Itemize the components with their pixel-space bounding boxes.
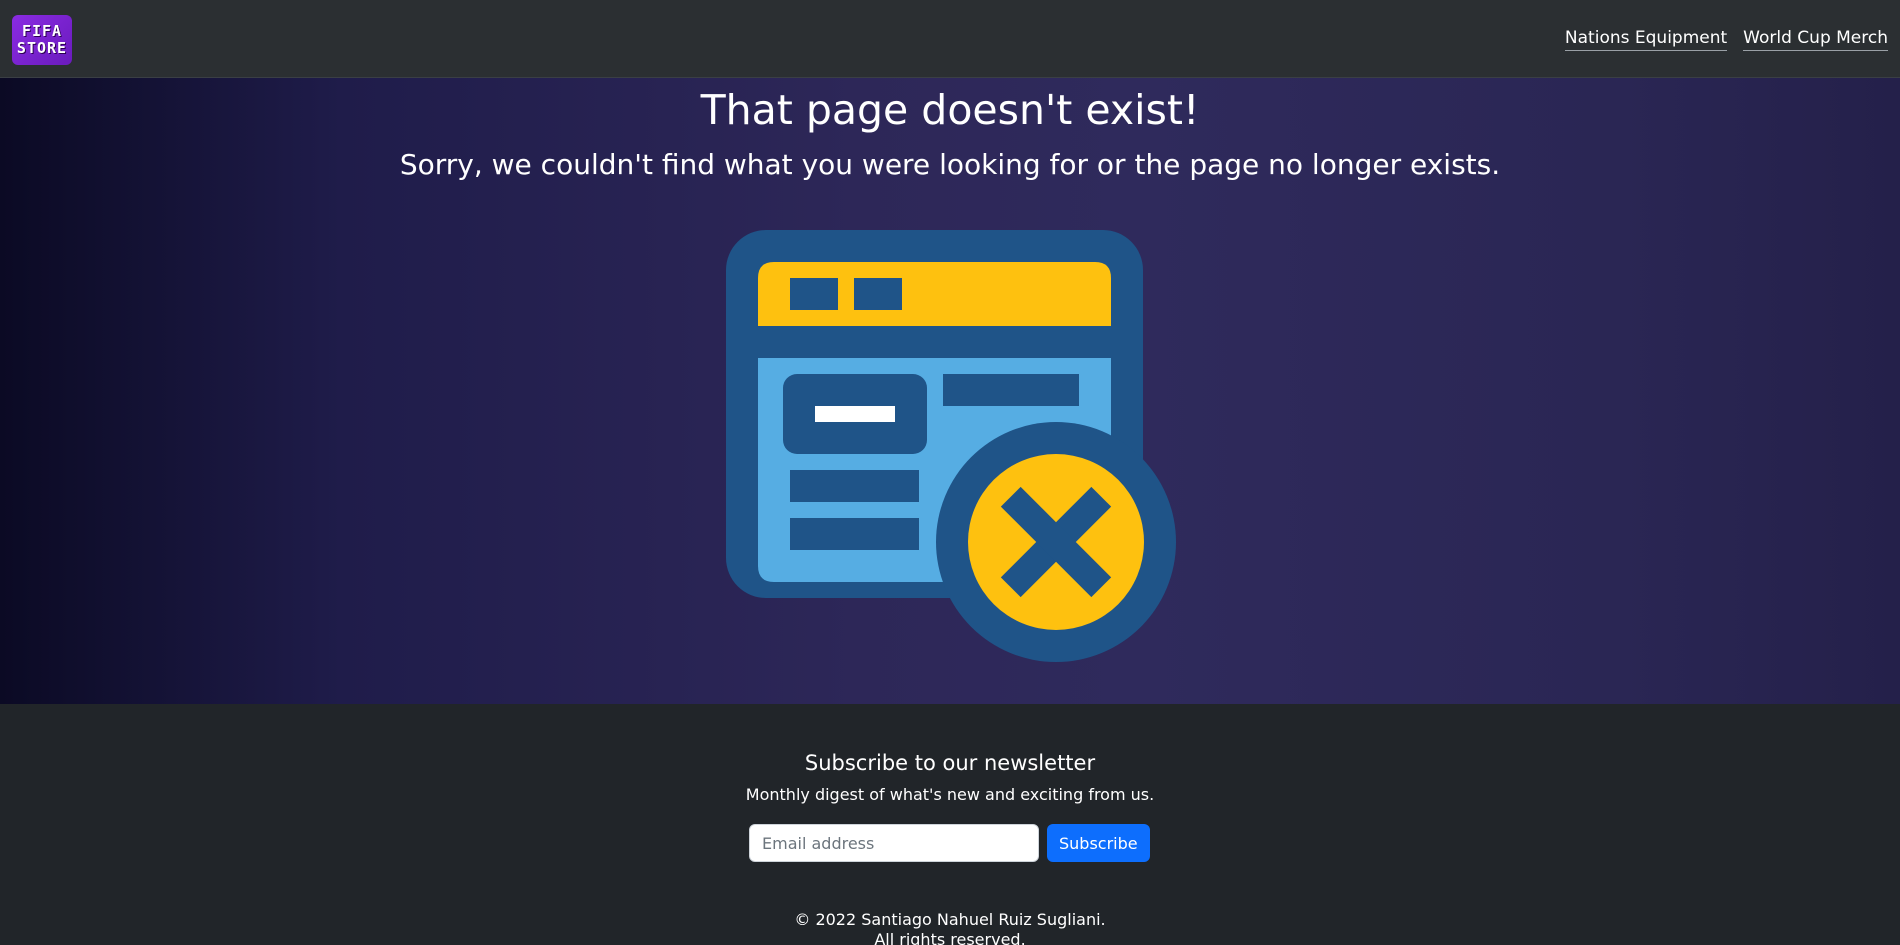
email-input[interactable] (749, 824, 1039, 862)
broken-page-x-icon (726, 230, 1176, 662)
content-card-line (815, 406, 895, 422)
page-title: That page doesn't exist! (700, 86, 1200, 134)
logo-line-2: STORE (16, 39, 68, 57)
nav-link-nations-equipment[interactable]: Nations Equipment (1564, 28, 1728, 51)
newsletter-description: Monthly digest of what's new and excitin… (745, 785, 1155, 804)
title-bar-block-2 (854, 278, 902, 310)
content-line-3 (790, 518, 919, 550)
newsletter-title: Subscribe to our newsletter (804, 751, 1096, 775)
nav-links: Nations Equipment World Cup Merch (1564, 28, 1888, 51)
nav-link-world-cup-merch[interactable]: World Cup Merch (1743, 28, 1888, 51)
logo-line-1: FIFA (21, 22, 63, 40)
copyright-line-2: All rights reserved. (874, 930, 1026, 945)
copyright-line-1: © 2022 Santiago Nahuel Ruiz Sugliani. (794, 910, 1106, 929)
subscribe-button[interactable]: Subscribe (1047, 824, 1150, 862)
not-found-hero: That page doesn't exist! Sorry, we could… (0, 78, 1900, 704)
content-side-strip (1111, 358, 1143, 398)
newsletter-form: Subscribe (749, 824, 1150, 862)
page-subtitle: Sorry, we couldn't find what you were lo… (399, 148, 1501, 181)
content-line-1 (943, 374, 1079, 406)
fifa-store-logo[interactable]: FIFA STORE (12, 15, 72, 65)
copyright: © 2022 Santiago Nahuel Ruiz Sugliani. Al… (0, 910, 1900, 945)
title-bar-block-1 (790, 278, 838, 310)
footer: Subscribe to our newsletter Monthly dige… (0, 704, 1900, 945)
navbar: FIFA STORE Nations Equipment World Cup M… (0, 0, 1900, 78)
content-line-2 (790, 470, 919, 502)
